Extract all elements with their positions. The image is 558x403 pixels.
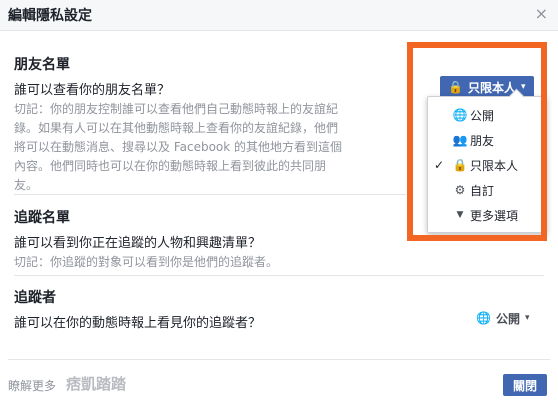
close-button[interactable]: 關閉 (503, 374, 547, 396)
learn-more-link[interactable]: 瞭解更多 (8, 377, 56, 394)
menu-item-label: 朋友 (470, 133, 495, 148)
menu-item-public[interactable]: 🌐 公開 (428, 104, 546, 126)
menu-item-friends[interactable]: 👥 朋友 (428, 129, 546, 151)
dialog-title: 編輯隱私設定 (8, 8, 92, 24)
menu-item-label: 只限本人 (470, 158, 519, 173)
section-question: 誰可以在你的動態時報上看見你的追蹤者？ (14, 316, 262, 331)
audience-label: 公開 (495, 311, 520, 326)
globe-icon: 🌐 (452, 108, 468, 122)
following-list-section: 追蹤名單 誰可以看到你正在追蹤的人物和興趣清單？ 切記：你追蹤的對象可以看到你是… (14, 207, 394, 272)
menu-item-label: 更多選項 (470, 208, 519, 223)
audience-label: 只限本人 (467, 80, 516, 95)
section-title: 追蹤者 (14, 290, 56, 306)
menu-item-label: 自訂 (470, 183, 495, 198)
section-question: 誰可以查看你的朋友名單？ (14, 83, 171, 98)
globe-icon: 🌐 (476, 311, 491, 325)
lock-icon: 🔒 (452, 158, 468, 172)
checkmark-icon: ✓ (433, 158, 445, 172)
section-title: 追蹤名單 (14, 210, 70, 226)
friends-icon: 👥 (452, 133, 468, 147)
menu-item-more-options[interactable]: ▼ 更多選項 (428, 204, 546, 226)
chevron-down-icon: ▾ (520, 82, 526, 92)
watermark: 痞凱踏踏 (66, 375, 127, 393)
audience-dropdown-menu: 🌐 公開 👥 朋友 ✓ 🔒 只限本人 ⚙ 自訂 ▼ 更多選項 (427, 96, 547, 233)
followers-section: 追蹤者 誰可以在你的動態時報上看見你的追蹤者？ (14, 287, 394, 331)
section-note: 切記：你追蹤的對象可以看到你是他們的追蹤者。 (14, 255, 279, 269)
friends-list-section: 朋友名單 誰可以查看你的朋友名單？ 切記：你的朋友控制誰可以查看他們自己動態時報… (14, 54, 386, 195)
menu-item-label: 公開 (470, 108, 495, 123)
chevron-down-icon: ▾ (524, 313, 530, 323)
lock-icon: 🔒 (448, 80, 463, 94)
divider (14, 275, 544, 276)
followers-audience-button[interactable]: 🌐 公開 ▾ (468, 307, 538, 329)
footer-divider (8, 359, 550, 360)
divider (14, 194, 406, 195)
dialog-header: 編輯隱私設定 × (0, 0, 558, 31)
menu-item-only-me[interactable]: ✓ 🔒 只限本人 (428, 154, 546, 176)
close-icon[interactable]: × (535, 4, 548, 23)
section-question: 誰可以看到你正在追蹤的人物和興趣清單？ (14, 236, 262, 251)
gear-icon: ⚙ (454, 183, 466, 197)
menu-item-custom[interactable]: ⚙ 自訂 (428, 179, 546, 201)
section-note: 切記：你的朋友控制誰可以查看他們自己動態時報上的友誼紀 錄。如果有人可以在其他動… (14, 102, 343, 192)
caret-down-icon: ▼ (456, 210, 464, 220)
section-title: 朋友名單 (14, 57, 70, 73)
